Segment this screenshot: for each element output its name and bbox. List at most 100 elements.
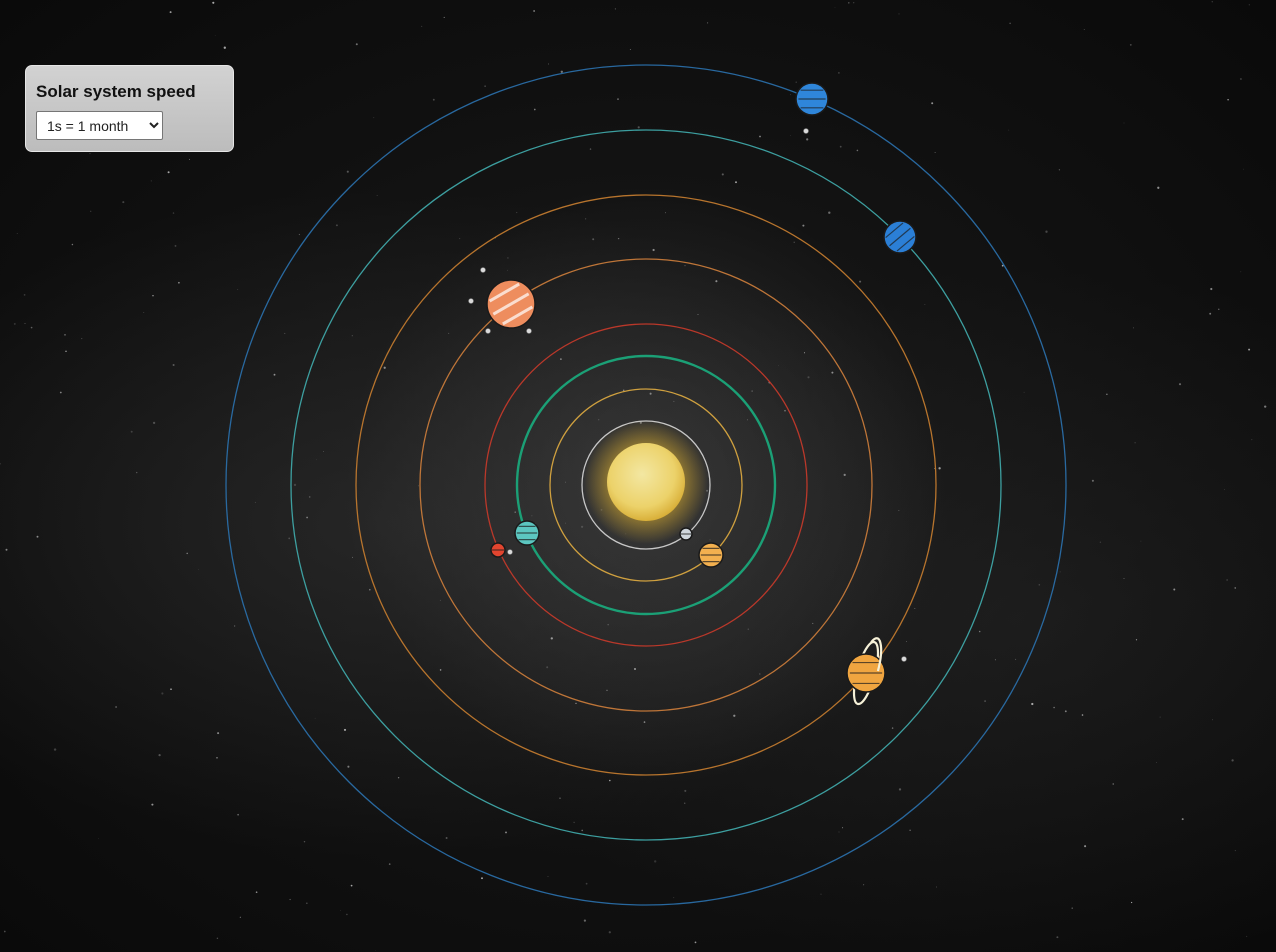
star xyxy=(1132,327,1135,329)
star xyxy=(335,224,338,227)
star xyxy=(1156,761,1157,763)
star xyxy=(303,840,306,843)
star xyxy=(223,46,226,49)
star xyxy=(293,483,297,487)
star xyxy=(1008,129,1010,131)
star xyxy=(170,688,172,691)
star xyxy=(1209,312,1212,315)
star xyxy=(351,335,353,337)
star xyxy=(161,692,164,695)
star xyxy=(314,717,316,719)
star xyxy=(1015,658,1017,660)
star xyxy=(838,831,840,833)
speed-select[interactable]: 1s = 1 month xyxy=(36,111,163,140)
star xyxy=(1038,584,1041,586)
star xyxy=(174,244,177,247)
star xyxy=(254,501,256,503)
star xyxy=(1123,122,1125,124)
saturn-moon xyxy=(901,656,907,662)
planet-venus[interactable] xyxy=(698,542,724,568)
planet-mars[interactable] xyxy=(490,542,506,558)
star xyxy=(188,158,191,160)
star xyxy=(637,126,640,129)
star xyxy=(759,135,761,138)
star xyxy=(1123,578,1125,579)
star xyxy=(834,6,836,8)
sun-icon xyxy=(607,443,685,521)
star xyxy=(1091,479,1094,482)
star xyxy=(115,706,118,708)
star xyxy=(898,13,900,15)
star xyxy=(1210,287,1213,291)
star xyxy=(445,837,448,839)
star xyxy=(1234,850,1236,852)
star xyxy=(1181,818,1184,821)
star xyxy=(0,463,1,465)
star xyxy=(59,391,62,394)
star xyxy=(284,332,286,334)
star xyxy=(30,326,33,329)
star xyxy=(65,350,67,353)
star xyxy=(1129,44,1132,46)
star xyxy=(71,243,74,246)
star xyxy=(1157,186,1160,189)
star xyxy=(1031,702,1034,706)
star xyxy=(24,323,26,325)
star xyxy=(151,803,154,806)
star xyxy=(795,81,797,83)
star xyxy=(432,98,435,101)
star xyxy=(339,910,341,911)
star xyxy=(1134,442,1136,444)
star xyxy=(484,85,486,87)
star xyxy=(984,700,987,703)
planet-uranus[interactable] xyxy=(883,220,917,254)
star xyxy=(122,201,125,204)
star xyxy=(1211,1,1213,3)
star xyxy=(373,117,375,119)
star xyxy=(90,210,92,212)
star xyxy=(684,789,687,792)
star xyxy=(3,930,6,933)
star xyxy=(1106,393,1108,395)
star xyxy=(581,829,584,832)
star xyxy=(1231,759,1234,762)
star xyxy=(856,149,859,152)
planet-neptune[interactable] xyxy=(795,82,829,134)
star xyxy=(459,238,461,240)
star xyxy=(1009,22,1011,25)
star xyxy=(547,876,549,877)
planet-mercury[interactable] xyxy=(679,527,693,541)
star xyxy=(316,459,317,461)
star xyxy=(288,537,291,540)
star xyxy=(53,748,57,751)
star xyxy=(237,289,239,290)
star xyxy=(130,430,133,433)
star xyxy=(217,732,220,735)
star xyxy=(548,63,549,65)
star xyxy=(589,148,592,150)
star xyxy=(573,821,575,824)
star xyxy=(802,224,805,227)
star xyxy=(1135,639,1138,641)
earth-moon xyxy=(507,549,513,555)
star xyxy=(1178,383,1182,386)
star xyxy=(891,727,894,729)
star xyxy=(212,1,215,4)
star xyxy=(323,451,324,452)
star xyxy=(806,138,809,141)
star xyxy=(1227,99,1229,101)
jupiter-moon xyxy=(485,328,491,334)
star xyxy=(376,195,378,196)
star xyxy=(355,43,358,46)
star xyxy=(178,281,180,284)
star xyxy=(1239,77,1242,81)
star xyxy=(617,98,619,100)
jupiter-moon xyxy=(526,328,532,334)
star xyxy=(1112,783,1114,785)
star xyxy=(1226,579,1228,581)
star xyxy=(306,516,309,519)
star xyxy=(397,776,400,779)
star xyxy=(298,233,301,236)
star xyxy=(169,11,172,14)
star xyxy=(931,102,934,105)
